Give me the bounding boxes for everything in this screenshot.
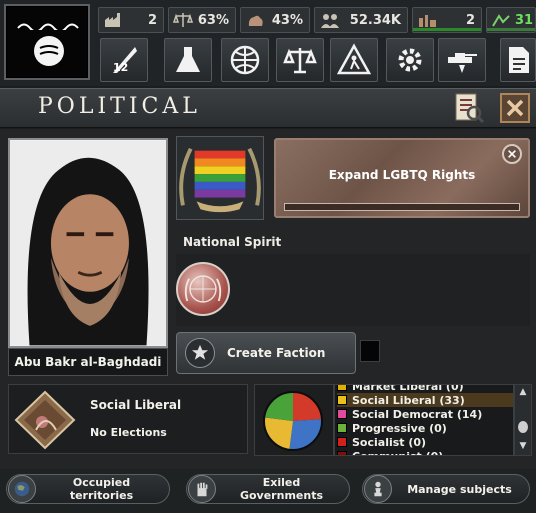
close-icon <box>508 150 516 158</box>
resource-civilian-factories[interactable]: 2 <box>412 7 482 33</box>
resource-stability[interactable]: 63% <box>168 7 236 33</box>
leader-portrait-icon <box>10 140 166 346</box>
party-popularity-pie[interactable] <box>262 390 324 452</box>
military-factory-icon <box>491 11 511 29</box>
scales-icon <box>173 11 194 29</box>
party-color-swatch <box>337 395 347 405</box>
leader-name: Abu Bakr al-Baghdadi <box>8 348 168 376</box>
factory-icon <box>103 11 125 29</box>
page-title: POLITICAL <box>38 94 201 119</box>
ledger-icon <box>455 93 485 124</box>
exiled-governments-label: Exiled Governments <box>239 476 324 502</box>
national-spirit-label: National Spirit <box>183 235 282 249</box>
construction-sign-icon <box>337 43 371 75</box>
fist-icon <box>188 475 216 503</box>
resource-military-factories[interactable]: 31 <box>486 7 536 33</box>
resource-factories[interactable]: 2 <box>98 7 164 33</box>
decisions-button[interactable]: 12 <box>100 38 148 82</box>
resource-war-support[interactable]: 43% <box>240 7 310 33</box>
party-color-swatch <box>337 409 347 419</box>
trade-button[interactable] <box>276 38 324 82</box>
party-name: Communist (0) <box>352 449 444 456</box>
flag-seal-icon <box>34 36 64 66</box>
globe-icon <box>8 475 36 503</box>
manage-subjects-button[interactable]: Manage subjects <box>362 474 530 504</box>
close-button[interactable] <box>500 93 530 123</box>
party-row[interactable]: Market Liberal (0) <box>337 384 513 393</box>
scales-icon <box>283 48 317 74</box>
flask-icon <box>176 47 200 72</box>
resource-manpower[interactable]: 52.34K <box>314 7 408 33</box>
ledger-button[interactable] <box>452 91 486 125</box>
party-color-swatch <box>337 451 347 455</box>
logistics-button[interactable] <box>500 38 536 82</box>
occupied-territories-button[interactable]: Occupied territories <box>6 474 170 504</box>
create-faction-label: Create Faction <box>227 346 326 360</box>
occupied-territories-label: Occupied territories <box>69 476 134 502</box>
pie-slice <box>289 419 322 450</box>
un-emblem-icon[interactable] <box>176 262 230 316</box>
party-row[interactable]: Social Democrat (14) <box>337 407 513 421</box>
party-name: Progressive (0) <box>352 421 447 435</box>
party-color-swatch <box>337 437 347 447</box>
resource-value: 2 <box>465 12 475 28</box>
party-name: Socialist (0) <box>352 435 427 449</box>
elections-status: No Elections <box>90 426 167 439</box>
focus-icon-frame[interactable] <box>176 136 264 220</box>
resource-value: 31 <box>515 12 534 28</box>
focus-progress-bar <box>284 203 520 211</box>
pawn-icon <box>364 475 392 503</box>
party-row[interactable]: Socialist (0) <box>337 435 513 449</box>
scroll-down-icon[interactable]: ▼ <box>517 441 529 453</box>
party-color-swatch <box>337 385 347 391</box>
deployment-button[interactable] <box>438 38 486 82</box>
create-faction-button[interactable]: Create Faction <box>176 332 356 374</box>
party-row[interactable]: Social Liberal (33) <box>337 393 513 407</box>
resource-bar <box>413 28 481 31</box>
globe-icon <box>230 45 260 75</box>
construction-button[interactable] <box>330 38 378 82</box>
resource-value: 63% <box>197 12 229 28</box>
resource-value: 2 <box>147 12 157 28</box>
manpower-icon <box>319 11 341 29</box>
party-row[interactable]: Progressive (0) <box>337 421 513 435</box>
gear-icon <box>398 48 422 72</box>
government-ideology: Social Liberal <box>90 398 182 412</box>
cancel-focus-button[interactable] <box>502 144 522 164</box>
close-icon <box>506 99 524 117</box>
diplomacy-button[interactable] <box>221 38 269 82</box>
resource-bar <box>487 28 535 31</box>
flag-script-icon <box>17 23 79 30</box>
resource-value: 52.34K <box>349 12 401 28</box>
country-flag[interactable] <box>4 4 90 80</box>
manage-subjects-label: Manage subjects <box>407 482 512 496</box>
party-list[interactable]: Market Liberal (0) Social Liberal (33) Soc… <box>334 384 514 456</box>
pie-slice <box>264 417 293 450</box>
decision-count-badge: 12 <box>113 61 129 74</box>
party-row[interactable]: Communist (0) <box>337 449 513 456</box>
party-name: Social Liberal (33) <box>352 393 465 407</box>
tank-icon <box>448 53 477 73</box>
faction-slot <box>360 340 380 362</box>
party-name: Market Liberal (0) <box>352 384 464 393</box>
party-color-swatch <box>337 423 347 433</box>
exiled-governments-button[interactable]: Exiled Governments <box>186 474 350 504</box>
civilian-factory-icon <box>417 11 439 29</box>
production-button[interactable] <box>386 38 434 82</box>
scroll-thumb[interactable] <box>518 421 528 433</box>
rainbow-flag-icon <box>179 147 261 213</box>
document-icon <box>509 47 529 73</box>
ideology-icon[interactable] <box>12 390 78 450</box>
party-name: Social Democrat (14) <box>352 407 483 421</box>
research-button[interactable] <box>164 38 212 82</box>
focus-name: Expand LGBTQ Rights <box>328 168 476 182</box>
flexed-arm-icon <box>245 11 267 29</box>
leader-portrait[interactable] <box>8 138 168 348</box>
resource-value: 43% <box>271 12 303 28</box>
party-list-scrollbar[interactable]: ▲ ▼ <box>514 384 532 456</box>
star-icon <box>185 338 215 368</box>
scroll-up-icon[interactable]: ▲ <box>517 387 529 399</box>
